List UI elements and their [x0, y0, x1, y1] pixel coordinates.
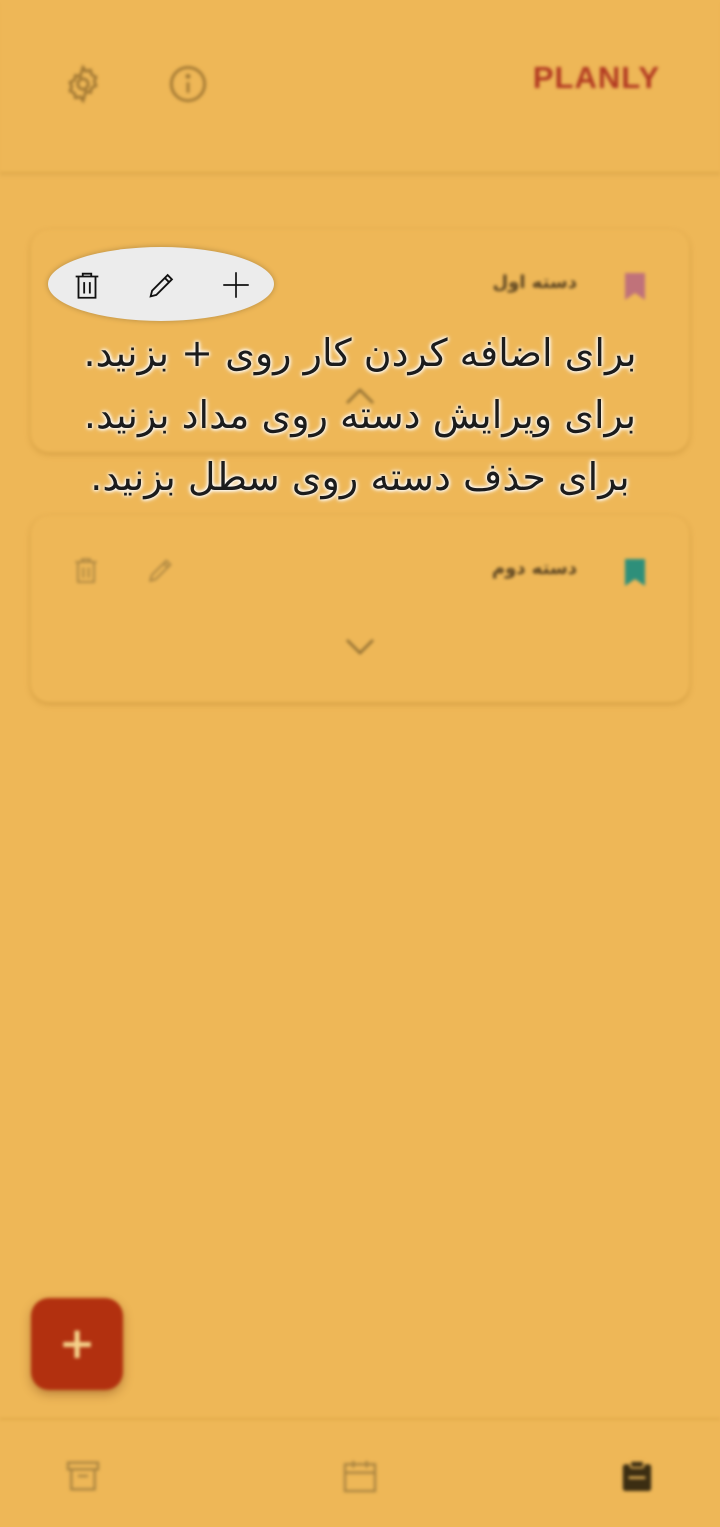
add-category-button[interactable]: +: [31, 1298, 123, 1390]
archive-icon[interactable]: [63, 1456, 103, 1496]
category-card: دسته دوم: [31, 516, 689, 702]
clipboard-icon[interactable]: [617, 1456, 657, 1496]
trash-icon[interactable]: [68, 552, 104, 588]
hint-line-add: برای اضافه کردن کار روی + بزنید.: [83, 331, 637, 375]
hint-line-edit: برای ویرایش دسته روی مداد بزنید.: [83, 393, 637, 437]
gear-icon[interactable]: [61, 62, 105, 106]
highlighted-actions: [48, 247, 274, 321]
bookmark-icon: [623, 558, 647, 588]
plus-icon[interactable]: [216, 265, 256, 305]
trash-icon[interactable]: [67, 265, 107, 305]
pencil-icon[interactable]: [143, 552, 179, 588]
dimmed-background: PLANLY دسته اول دسته دوم +: [0, 0, 720, 1527]
hint-line-delete: برای حذف دسته روی سطل بزنید.: [90, 455, 630, 499]
category-title[interactable]: دسته اول: [493, 272, 577, 293]
info-icon[interactable]: [166, 62, 210, 106]
pencil-icon[interactable]: [142, 265, 182, 305]
category-title[interactable]: دسته دوم: [492, 558, 577, 579]
app-screen: PLANLY دسته اول دسته دوم + برای اضافه کر…: [0, 0, 720, 1527]
plus-icon: +: [58, 1318, 96, 1369]
bottom-navigation: [0, 1418, 720, 1527]
top-app-bar: PLANLY: [0, 0, 720, 174]
calendar-icon[interactable]: [340, 1456, 380, 1496]
app-brand: PLANLY: [532, 60, 660, 95]
chevron-down-icon[interactable]: [343, 635, 377, 657]
tutorial-hint: برای اضافه کردن کار روی + بزنید. برای وی…: [20, 322, 700, 508]
bookmark-icon: [623, 272, 647, 302]
